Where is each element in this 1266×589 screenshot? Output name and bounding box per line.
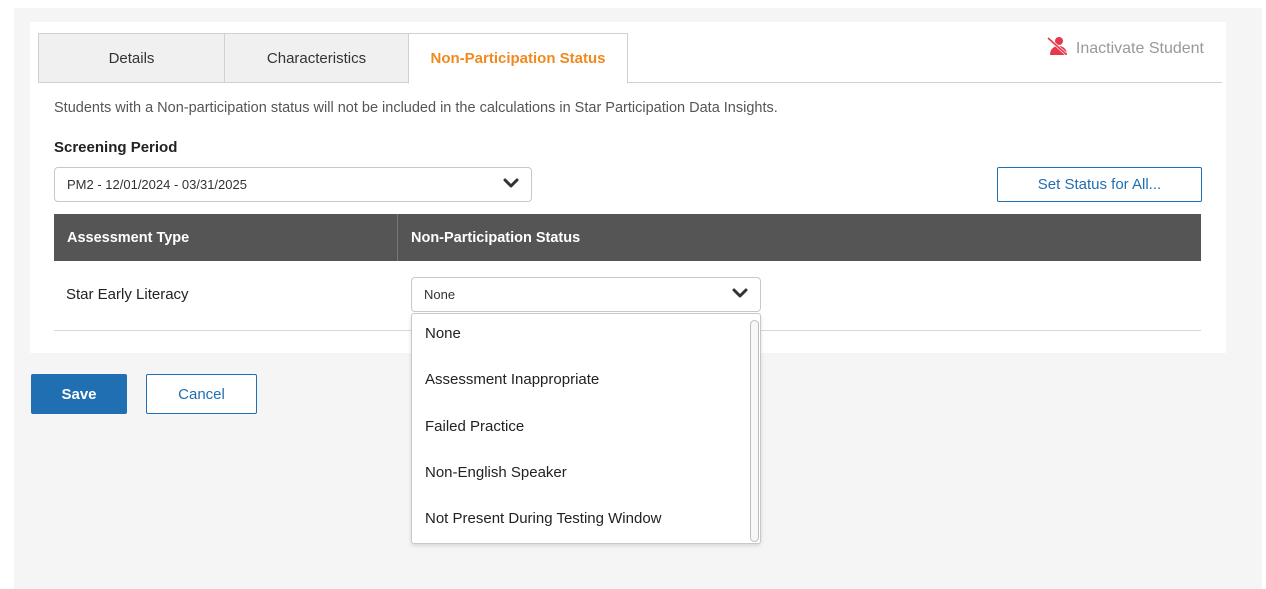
status-option-non-english-speaker[interactable]: Non-English Speaker (425, 464, 567, 481)
tab-non-participation-status[interactable]: Non-Participation Status (408, 33, 628, 84)
status-option-assessment-inappropriate[interactable]: Assessment Inappropriate (425, 371, 599, 388)
save-button[interactable]: Save (31, 374, 127, 414)
assessment-type-cell: Star Early Literacy (66, 286, 189, 303)
tab-divider (38, 82, 1222, 83)
status-option-none[interactable]: None (425, 325, 461, 342)
chevron-down-icon (503, 177, 519, 192)
status-select-value: None (424, 287, 456, 302)
inactivate-student-label: Inactivate Student (1075, 39, 1204, 57)
inactivate-student-link[interactable]: Inactivate Student (1046, 36, 1204, 61)
cancel-button[interactable]: Cancel (146, 374, 257, 414)
status-dropdown-menu: None Assessment Inappropriate Failed Pra… (411, 313, 761, 544)
table-header: Assessment Type Non-Participation Status (54, 214, 1201, 261)
status-option-not-present[interactable]: Not Present During Testing Window (425, 510, 662, 527)
set-status-for-all-button[interactable]: Set Status for All... (997, 167, 1202, 202)
screening-period-value: PM2 - 12/01/2024 - 03/31/2025 (67, 177, 247, 192)
tab-characteristics[interactable]: Characteristics (224, 33, 408, 83)
status-option-failed-practice[interactable]: Failed Practice (425, 418, 524, 435)
tab-bar: Details Characteristics Non-Participatio… (38, 33, 628, 84)
header-non-participation-status: Non-Participation Status (411, 229, 581, 246)
inactivate-user-icon (1046, 36, 1068, 61)
info-text: Students with a Non-participation status… (54, 100, 778, 116)
non-participation-status-select[interactable]: None (411, 277, 761, 312)
dropdown-scrollbar[interactable] (750, 320, 759, 542)
screening-period-select[interactable]: PM2 - 12/01/2024 - 03/31/2025 (54, 167, 532, 202)
header-assessment-type: Assessment Type (67, 229, 190, 246)
chevron-down-icon (732, 287, 748, 302)
screening-period-label: Screening Period (54, 139, 178, 156)
tab-details[interactable]: Details (38, 33, 224, 83)
header-divider (397, 214, 398, 261)
